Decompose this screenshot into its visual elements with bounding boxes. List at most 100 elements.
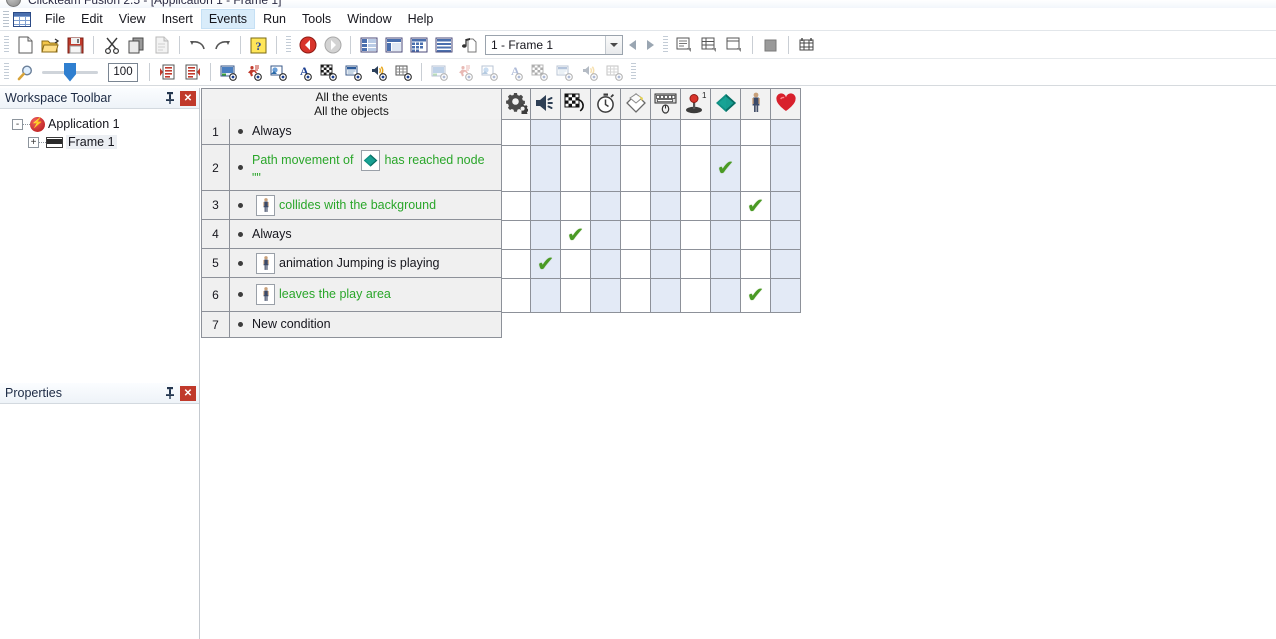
display-all-objects-button[interactable]: [217, 61, 240, 83]
event-row[interactable]: 6 leaves the play area: [201, 278, 502, 312]
event-row[interactable]: 3 collides with the background: [201, 191, 502, 220]
event-condition-cell[interactable]: animation Jumping is playing: [230, 249, 501, 277]
grid-cell[interactable]: [771, 279, 801, 313]
menu-edit[interactable]: Edit: [73, 9, 111, 29]
help-button[interactable]: ?: [247, 34, 270, 56]
grid-cell[interactable]: [501, 221, 531, 250]
zoom-input[interactable]: 100: [108, 62, 138, 82]
toolbar-grip[interactable]: [286, 36, 291, 54]
grid-cell[interactable]: [651, 250, 681, 279]
action-checkmark-icon[interactable]: ✔: [567, 224, 585, 246]
teal-diamond-icon[interactable]: [361, 149, 381, 171]
grid-cell[interactable]: [531, 120, 561, 146]
grid-cell[interactable]: [621, 221, 651, 250]
toolbar-grip[interactable]: [4, 63, 9, 81]
grid-cell[interactable]: [561, 192, 591, 221]
toolbar-grip[interactable]: [4, 36, 9, 54]
grid-cell[interactable]: [741, 120, 771, 146]
grid-cell[interactable]: [651, 120, 681, 146]
menu-file[interactable]: File: [37, 9, 73, 29]
grid-cell[interactable]: [531, 221, 561, 250]
display-sounds-button[interactable]: [367, 61, 390, 83]
cut-button[interactable]: [100, 34, 123, 56]
grid-cell[interactable]: [501, 192, 531, 221]
grid-cell[interactable]: [741, 146, 771, 192]
grid-cell[interactable]: [651, 279, 681, 313]
display-backdrops-button[interactable]: [267, 61, 290, 83]
insert-comment-button[interactable]: [673, 34, 696, 56]
display-grid-button[interactable]: [392, 61, 415, 83]
tree-item-frame[interactable]: + Frame 1: [4, 133, 195, 151]
grid-cell[interactable]: [681, 146, 711, 192]
menu-window[interactable]: Window: [339, 9, 399, 29]
zoom-slider-thumb[interactable]: [64, 62, 76, 82]
tree-expander-frame[interactable]: +: [28, 136, 39, 148]
stop-button[interactable]: [759, 34, 782, 56]
grid-cell[interactable]: [621, 120, 651, 146]
menu-run[interactable]: Run: [255, 9, 294, 29]
grid-cell[interactable]: [621, 279, 651, 313]
keyboard-mouse-column[interactable]: [651, 88, 681, 120]
grid-cell[interactable]: [621, 192, 651, 221]
event-list-button[interactable]: [432, 34, 455, 56]
previous-frame-button[interactable]: [623, 34, 641, 56]
close-icon[interactable]: ✕: [180, 90, 196, 106]
grid-cell[interactable]: [711, 120, 741, 146]
grid-cell[interactable]: [591, 192, 621, 221]
event-list-editor-button[interactable]: [795, 34, 818, 56]
grid-cell[interactable]: [501, 120, 531, 146]
grid-cell[interactable]: [651, 146, 681, 192]
open-file-button[interactable]: [39, 34, 62, 56]
grid-cell[interactable]: [591, 250, 621, 279]
action-checkmark-icon[interactable]: ✔: [747, 195, 765, 217]
character-object-column[interactable]: [741, 88, 771, 120]
grid-cell[interactable]: [681, 120, 711, 146]
magnifier-icon[interactable]: [14, 61, 37, 83]
new-file-button[interactable]: [14, 34, 37, 56]
insert-object-button[interactable]: [723, 34, 746, 56]
grid-cell[interactable]: [651, 192, 681, 221]
create-object-column[interactable]: [621, 88, 651, 120]
character-sprite-icon[interactable]: [256, 194, 275, 216]
grid-cell[interactable]: [531, 279, 561, 313]
event-condition-cell[interactable]: collides with the background: [230, 191, 501, 219]
tree-item-application[interactable]: - ⚡ Application 1: [4, 115, 195, 133]
event-condition-cell[interactable]: leaves the play area: [230, 278, 501, 311]
player-column[interactable]: 1: [681, 88, 711, 120]
grid-cell[interactable]: [531, 192, 561, 221]
menu-help[interactable]: Help: [400, 9, 442, 29]
lives-column[interactable]: [771, 88, 801, 120]
event-condition-cell[interactable]: Path movement of has reached node "": [230, 145, 501, 190]
event-condition-cell[interactable]: Always: [230, 220, 501, 248]
menu-insert[interactable]: Insert: [154, 9, 201, 29]
special-conditions-column[interactable]: [501, 88, 531, 120]
grid-cell[interactable]: [591, 146, 621, 192]
grid-cell[interactable]: [711, 192, 741, 221]
pin-icon[interactable]: [163, 386, 177, 401]
grid-cell[interactable]: [591, 221, 621, 250]
toolbar-grip[interactable]: [663, 36, 668, 54]
collapse-list-button[interactable]: [181, 61, 204, 83]
grid-cell[interactable]: [561, 250, 591, 279]
next-frame-button[interactable]: [641, 34, 659, 56]
grid-cell[interactable]: [681, 279, 711, 313]
navigate-back-button[interactable]: [296, 34, 319, 56]
event-row[interactable]: 1 Always: [201, 119, 502, 145]
timer-column[interactable]: [591, 88, 621, 120]
grid-cell[interactable]: [501, 250, 531, 279]
action-checkmark-icon[interactable]: ✔: [747, 285, 765, 306]
grid-cell[interactable]: [681, 192, 711, 221]
grid-cell[interactable]: [561, 146, 591, 192]
zoom-slider[interactable]: [42, 62, 98, 82]
display-actives-button[interactable]: [242, 61, 265, 83]
grid-cell[interactable]: [681, 221, 711, 250]
grid-cell[interactable]: [621, 250, 651, 279]
grid-cell[interactable]: ✔: [531, 250, 561, 279]
grid-cell[interactable]: ✔: [741, 279, 771, 313]
grid-cell[interactable]: [591, 279, 621, 313]
display-texts-button[interactable]: A: [292, 61, 315, 83]
grid-cell[interactable]: [561, 120, 591, 146]
grid-cell[interactable]: ✔: [741, 192, 771, 221]
frame-editor-button[interactable]: [382, 34, 405, 56]
grid-cell[interactable]: [771, 120, 801, 146]
